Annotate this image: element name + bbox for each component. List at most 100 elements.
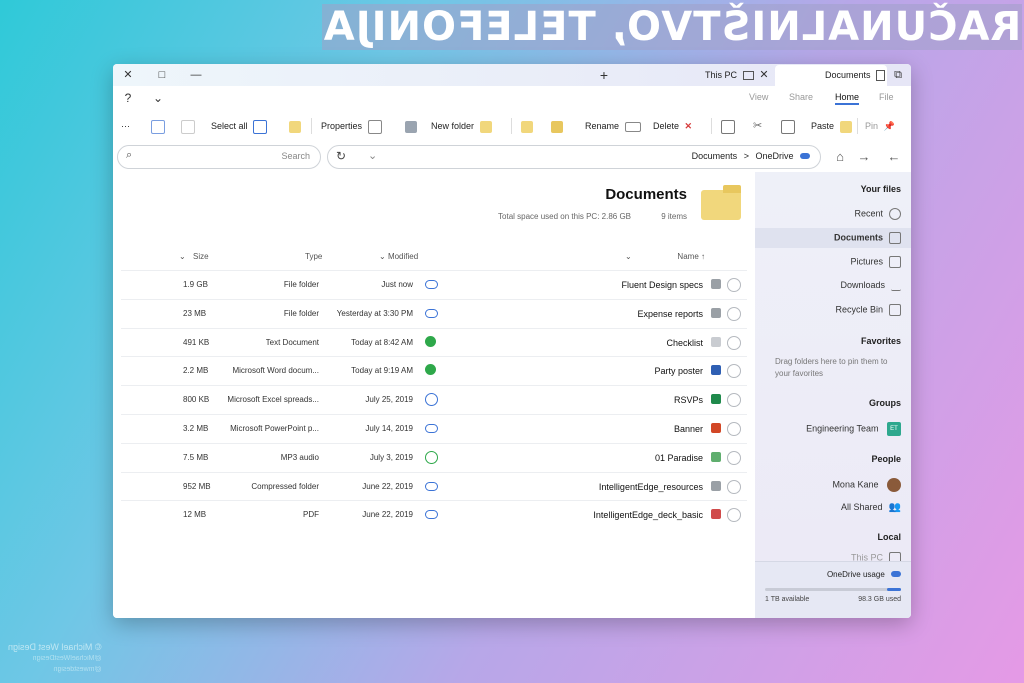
back-button[interactable]: ← — [885, 148, 903, 166]
audio-file-icon — [711, 451, 721, 462]
delete-icon: ✕ — [684, 121, 693, 131]
recent-locations-icon[interactable]: ⌂ — [831, 148, 849, 166]
file-name: RSVPs — [673, 395, 703, 406]
copy-icon[interactable] — [781, 118, 795, 134]
new-tab-button[interactable]: + — [595, 66, 613, 84]
nav-item-all-shared[interactable]: All Shared 👥 — [841, 502, 901, 513]
properties-icon — [367, 119, 382, 134]
table-row[interactable]: Fluent Design specs Just now File folder 1.… — [121, 270, 747, 299]
search-input[interactable]: ⌕ Search — [117, 145, 321, 169]
folder-title: Documents — [605, 186, 687, 203]
maximize-button[interactable]: □ — [153, 66, 171, 84]
file-explorer-window: ✕ □ — + This PC ✕ Documents ⧉ ? ⌄ View S… — [113, 64, 911, 618]
search-icon: ⌕ — [126, 149, 133, 161]
open-icon[interactable] — [521, 118, 533, 134]
file-name: Party poster — [654, 366, 703, 377]
table-row[interactable]: Checklist Today at 8:42 AM Text Document 49… — [121, 327, 747, 357]
menu-view[interactable]: View — [749, 92, 768, 102]
column-name[interactable]: Name ↑ — [677, 252, 705, 261]
tab-documents[interactable]: Documents — [775, 65, 887, 86]
scissors-icon[interactable]: ✂ — [753, 118, 762, 134]
row-checkbox[interactable] — [727, 306, 741, 321]
column-size[interactable]: Size — [193, 252, 209, 261]
file-size: 491 KB — [183, 337, 210, 347]
column-modified[interactable]: ⌄ Modified — [379, 252, 418, 261]
column-chevron-icon: ⌄ — [379, 252, 386, 261]
table-row[interactable]: 01 Paradise July 3, 2019 MP3 audio 7.5 MB — [121, 442, 747, 472]
nav-item-mona-kane[interactable]: Mona Kane — [832, 478, 901, 492]
file-type: Text Document — [265, 337, 319, 347]
address-bar[interactable]: ↻ ⌄ Documents > OneDrive — [327, 145, 821, 169]
paste-button[interactable]: Paste — [811, 118, 852, 134]
table-row[interactable]: IntelligentEdge_resources June 22, 2019 Co… — [121, 471, 747, 501]
restore-button[interactable]: ⧉ — [889, 66, 907, 84]
menu-home[interactable]: Home — [835, 92, 860, 105]
row-checkbox[interactable] — [727, 364, 741, 379]
pin-button[interactable]: Pin 📌 — [865, 118, 895, 134]
close-window-button[interactable]: ✕ — [119, 66, 137, 84]
file-type: Microsoft Excel spreads... — [227, 395, 319, 405]
select-all-button[interactable]: Select all — [211, 118, 268, 134]
row-checkbox[interactable] — [727, 450, 741, 465]
more-options-button[interactable]: ··· — [121, 118, 130, 134]
file-modified: Today at 8:42 AM — [351, 337, 413, 347]
onedrive-usage-panel[interactable]: OneDrive usage 98.3 GB used 1 TB availab… — [755, 561, 911, 618]
row-checkbox[interactable] — [727, 508, 741, 523]
row-checkbox[interactable] — [727, 479, 741, 494]
cut-icon[interactable] — [721, 118, 735, 134]
menu-share[interactable]: Share — [789, 92, 813, 102]
nav-item-pictures-label: Pictures — [850, 256, 883, 267]
file-size: 952 MB — [183, 481, 211, 491]
row-checkbox[interactable] — [727, 335, 741, 350]
onedrive-cloud-icon — [800, 153, 810, 159]
properties-button[interactable]: Properties — [321, 118, 382, 134]
tab-this-pc[interactable]: This PC — [705, 65, 755, 86]
column-chevron-icon[interactable]: ⌄ — [625, 252, 632, 261]
nav-item-documents[interactable]: Documents — [834, 232, 901, 244]
expand-ribbon-button[interactable]: ⌄ — [149, 89, 167, 107]
breadcrumb: Documents > OneDrive — [692, 151, 810, 161]
table-row[interactable]: RSVPs July 25, 2019 Microsoft Excel spread… — [121, 385, 747, 414]
nav-item-downloads[interactable]: Downloads — [840, 280, 901, 292]
nav-item-engineering-team[interactable]: Engineering Team ET — [806, 422, 901, 436]
available-status-icon — [425, 364, 436, 376]
refresh-icon[interactable]: ↻ — [336, 149, 346, 163]
grid-view-icon[interactable] — [151, 118, 165, 134]
row-checkbox[interactable] — [727, 422, 741, 436]
column-type-chevron-icon[interactable]: ⌄ — [179, 252, 186, 261]
nav-item-pictures[interactable]: Pictures — [850, 256, 901, 268]
table-row[interactable]: IntelligentEdge_deck_basic June 22, 2019 P… — [121, 500, 747, 529]
column-type[interactable]: Type — [305, 252, 322, 261]
dropdown-chevron-icon[interactable]: ⌄ — [368, 149, 377, 162]
forward-button[interactable]: → — [855, 148, 873, 166]
breadcrumb-documents[interactable]: Documents — [692, 151, 738, 161]
table-row[interactable]: Party poster Today at 9:19 AM Microsoft Wo… — [121, 356, 747, 385]
powerpoint-file-icon — [711, 423, 721, 433]
layout-icon[interactable] — [181, 118, 195, 134]
folder-space-used: Total space used on this PC: 2.86 GB — [498, 212, 631, 221]
breadcrumb-onedrive[interactable]: OneDrive — [755, 151, 793, 161]
toolbar-divider — [857, 118, 858, 134]
move-to-icon[interactable] — [405, 118, 417, 134]
delete-button[interactable]: Delete ✕ — [653, 118, 692, 134]
help-button[interactable]: ? — [119, 89, 137, 107]
table-row[interactable]: Expense reports Yesterday at 3:30 PM File … — [121, 298, 747, 328]
nav-item-recycle-bin[interactable]: Recycle Bin — [835, 304, 901, 316]
row-checkbox[interactable] — [727, 393, 741, 408]
nav-item-downloads-label: Downloads — [840, 280, 885, 290]
menu-file[interactable]: File — [879, 92, 894, 102]
minimize-button[interactable]: — — [187, 66, 205, 84]
row-checkbox[interactable] — [727, 278, 741, 292]
pin-label: Pin — [865, 121, 879, 131]
share-icon[interactable] — [551, 118, 563, 134]
monitor-icon — [742, 71, 754, 81]
close-tab-button[interactable]: ✕ — [755, 66, 773, 84]
nav-item-recent[interactable]: Recent — [854, 208, 901, 220]
cloud-status-icon — [425, 481, 438, 491]
new-folder-button[interactable]: New folder — [431, 118, 492, 134]
section-groups: Groups — [868, 398, 901, 408]
rename-button[interactable]: Rename — [585, 118, 641, 134]
ribbon-toolbar: ··· Select all Properties New folder Ren… — [113, 110, 911, 140]
copy-path-icon[interactable] — [289, 118, 301, 134]
table-row[interactable]: Banner July 14, 2019 Microsoft PowerPoint … — [121, 414, 747, 443]
